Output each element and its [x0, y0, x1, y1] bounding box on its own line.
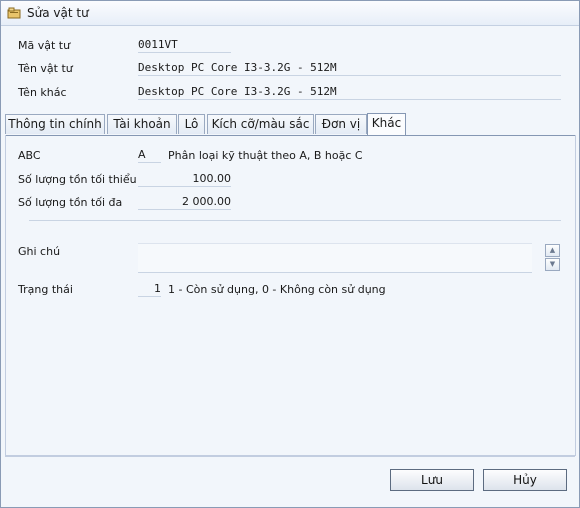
- edit-item-window: Sửa vật tư Mã vật tư 0011VT Tên vật tư D…: [0, 0, 580, 508]
- item-name-label: Tên vật tư: [18, 62, 73, 75]
- status-label: Trạng thái: [18, 283, 73, 296]
- other-name-field[interactable]: Desktop PC Core I3-3.2G - 512M: [138, 85, 561, 100]
- cancel-button[interactable]: Hủy: [483, 469, 567, 491]
- tab-size-color[interactable]: Kích cỡ/màu sắc: [207, 114, 314, 134]
- note-scrollbar[interactable]: ▲ ▼: [545, 244, 560, 271]
- tab-lot[interactable]: Lô: [178, 114, 205, 134]
- save-button[interactable]: Lưu: [390, 469, 474, 491]
- item-code-label: Mã vật tư: [18, 39, 71, 52]
- tab-accounts[interactable]: Tài khoản: [107, 114, 177, 134]
- title-bar: Sửa vật tư: [1, 1, 579, 26]
- min-stock-label: Số lượng tồn tối thiểu: [18, 173, 137, 186]
- edit-item-icon: [7, 7, 21, 19]
- tab-unit[interactable]: Đơn vị: [315, 114, 367, 134]
- other-name-label: Tên khác: [18, 86, 67, 99]
- tab-main-info[interactable]: Thông tin chính: [5, 114, 105, 134]
- window-title: Sửa vật tư: [27, 6, 89, 20]
- scroll-down-icon[interactable]: ▼: [545, 258, 560, 271]
- item-name-field[interactable]: Desktop PC Core I3-3.2G - 512M: [138, 61, 561, 76]
- abc-hint: Phân loại kỹ thuật theo A, B hoặc C: [168, 149, 363, 162]
- status-hint: 1 - Còn sử dụng, 0 - Không còn sử dụng: [168, 283, 386, 296]
- footer-divider: [5, 456, 575, 457]
- section-divider: [29, 220, 561, 221]
- max-stock-field[interactable]: 2 000.00: [138, 195, 231, 210]
- note-field[interactable]: [138, 243, 532, 273]
- max-stock-label: Số lượng tồn tối đa: [18, 196, 123, 209]
- note-label: Ghi chú: [18, 245, 61, 258]
- item-code-field[interactable]: 0011VT: [138, 38, 231, 53]
- status-field[interactable]: 1: [138, 282, 161, 297]
- min-stock-field[interactable]: 100.00: [138, 172, 231, 187]
- tab-other[interactable]: Khác: [367, 113, 406, 135]
- scroll-up-icon[interactable]: ▲: [545, 244, 560, 257]
- abc-field[interactable]: A: [138, 148, 161, 163]
- abc-label: ABC: [18, 149, 41, 162]
